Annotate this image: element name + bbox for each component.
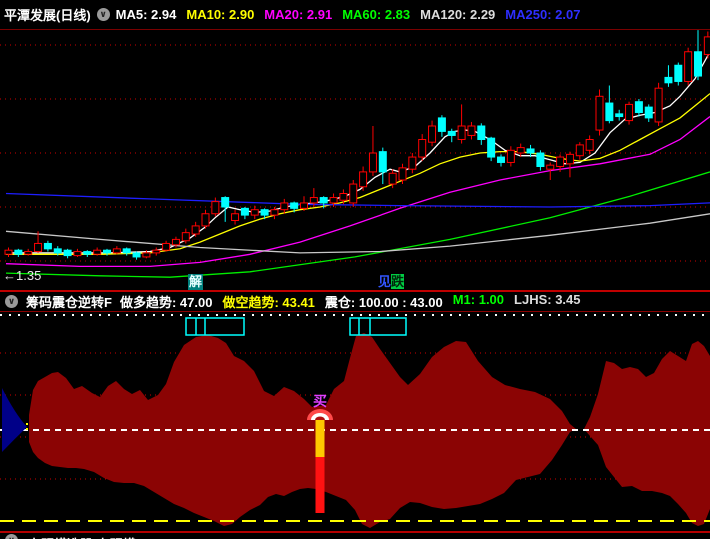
collapse-chevron-icon[interactable]: ∨: [96, 8, 110, 21]
indicator-field-0: 做多趋势: 47.00: [119, 295, 213, 310]
trading-app-window: 平潭发展(日线) ∨ MA5: 2.94 MA10: 2.90 MA20: 2.91…: [0, 0, 710, 539]
candlesticks: [4, 30, 710, 260]
bottom-collapse-chevron-icon[interactable]: ∨: [5, 534, 18, 539]
indicator-name: 筹码震仓逆转F: [26, 295, 112, 310]
indicator-header-bar: ∨ 筹码震仓逆转F 做多趋势: 47.00 做空趋势: 43.41 震仓: 100.…: [0, 292, 710, 311]
ma-legend-item-0: MA5: 2.94: [115, 7, 177, 22]
buy-label: 买: [313, 393, 327, 409]
triangle-tip-dot: [26, 428, 28, 430]
oscillator-chart[interactable]: 买: [0, 312, 710, 531]
indicator-field-1: 做空趋势: 43.41: [222, 295, 315, 310]
jiandie-signal-label: 见跌: [378, 274, 405, 290]
ma-line-MA60: [5, 171, 710, 278]
symbol-title: 平潭发展(日线): [4, 8, 91, 23]
oscillator-panel[interactable]: 买: [0, 312, 710, 531]
blue-signal-triangle-icon: [2, 388, 27, 452]
ma-legend: MA5: 2.94 MA10: 2.90 MA20: 2.91 MA60: 2.83 M…: [116, 7, 581, 22]
ma-legend-item-5: MA250: 2.07: [505, 7, 581, 22]
ma-line-MA20: [5, 115, 710, 268]
ma-line-MA250: [5, 192, 710, 208]
indicator-collapse-chevron-icon[interactable]: ∨: [5, 295, 18, 308]
ma-line-MA10: [6, 93, 710, 255]
indicator-values: 做多趋势: 47.00 做空趋势: 43.41 震仓: 100.00 : 43.00…: [120, 292, 581, 311]
moving-average-lines: [5, 51, 710, 278]
triangle-tip-dot: [26, 423, 28, 425]
indicator-field-2: 震仓: 100.00 : 43.00: [324, 295, 443, 310]
title-bar: 平潭发展(日线) ∨ MA5: 2.94 MA10: 2.90 MA20: 2.91…: [0, 0, 710, 29]
bottom-indicator-text: 上明横选股 上明横: 0.00: [28, 534, 169, 539]
die-char: 跌: [391, 274, 405, 289]
jian-char: 见: [378, 274, 392, 289]
ma-legend-item-1: MA10: 2.90: [186, 7, 255, 22]
candlestick-chart[interactable]: [0, 30, 710, 290]
ma-line-MA120: [5, 213, 710, 254]
ma-legend-item-2: MA20: 2.91: [264, 7, 333, 22]
price-low-tag: ←1.35: [3, 268, 42, 283]
candlestick-panel[interactable]: ←1.35 解 见跌: [0, 30, 710, 290]
ma-legend-item-4: MA120: 2.29: [420, 7, 496, 22]
bottom-indicator-bar: ∨ 上明横选股 上明横: 0.00: [0, 533, 710, 539]
cyan-marker-boxes: [185, 317, 407, 336]
indicator-field-3: M1: 1.00: [452, 292, 505, 307]
jie-signal-label: 解: [188, 274, 204, 290]
indicator-field-4: LJHS: 3.45: [514, 292, 581, 307]
ma-legend-item-3: MA60: 2.83: [342, 7, 411, 22]
